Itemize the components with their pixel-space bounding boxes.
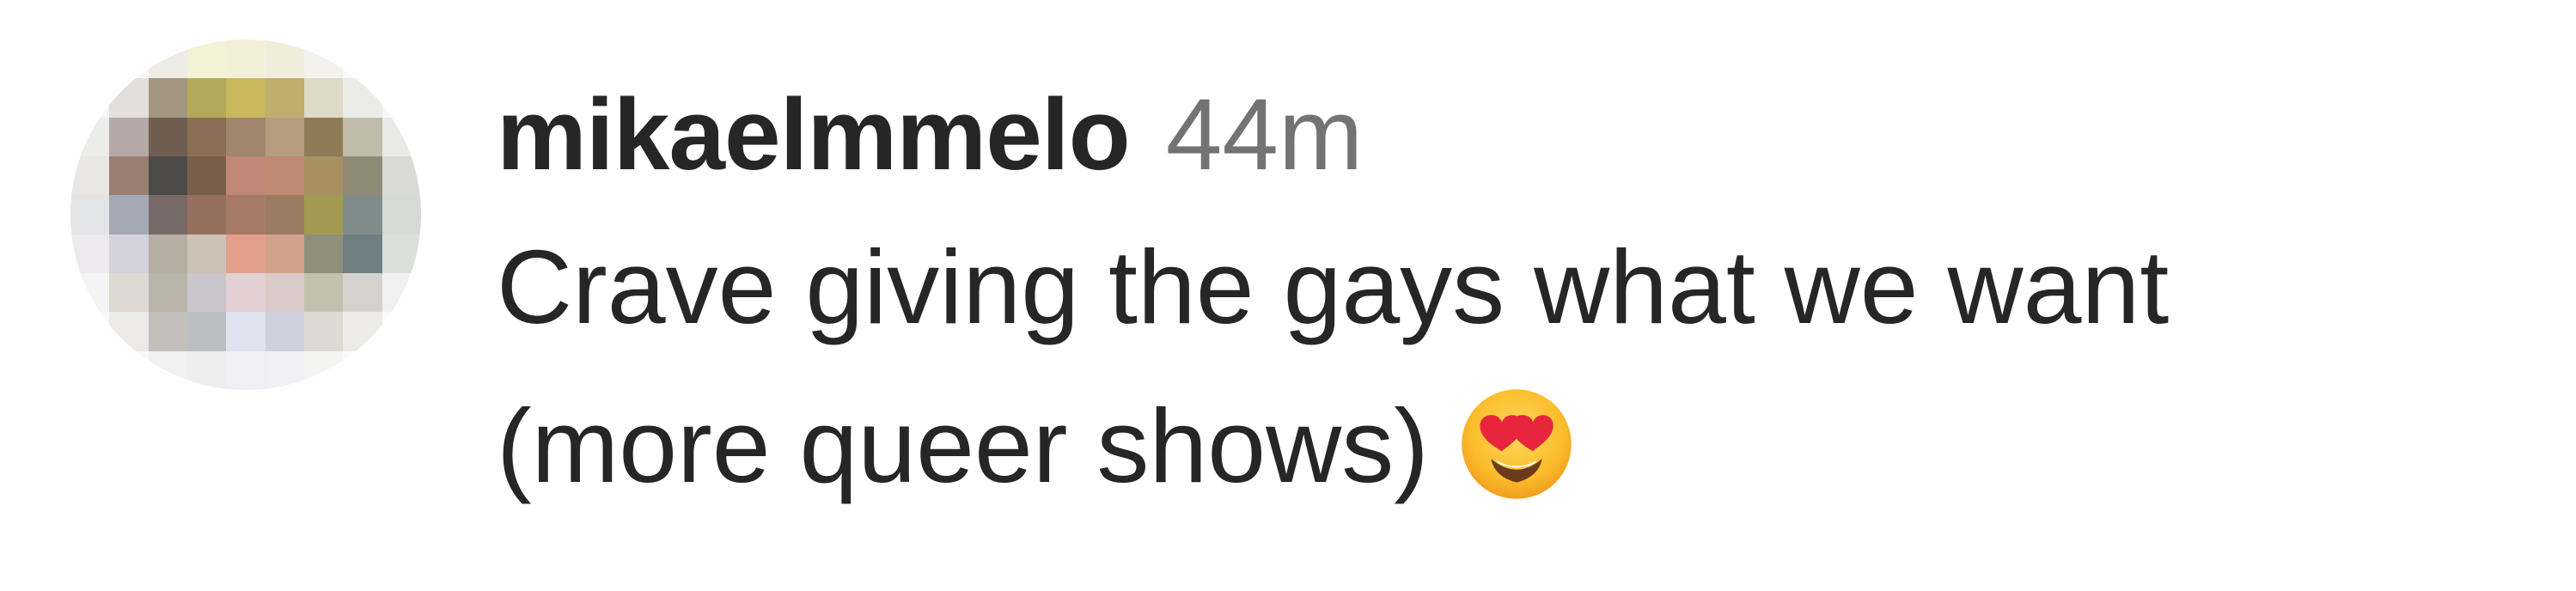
comment-text-line-2: (more queer shows)	[497, 387, 1429, 504]
comment-text: Crave giving the gays what we want (more…	[497, 208, 2559, 526]
username-link[interactable]: mikaelmmelo	[497, 70, 1131, 199]
comment-text-line-1: Crave giving the gays what we want	[497, 228, 2170, 345]
comment-timestamp[interactable]: 44m	[1166, 70, 1364, 199]
comment-item: mikaelmmelo 44m Crave giving the gays wh…	[0, 0, 2576, 591]
heart-eyes-emoji-icon	[1462, 389, 1572, 499]
comment-header: mikaelmmelo 44m	[497, 70, 2559, 199]
comment-text-line-2-wrapper: (more queer shows)	[497, 367, 2559, 526]
avatar[interactable]	[70, 40, 421, 390]
comment-content: mikaelmmelo 44m Crave giving the gays wh…	[497, 70, 2559, 526]
avatar-image	[70, 40, 421, 390]
